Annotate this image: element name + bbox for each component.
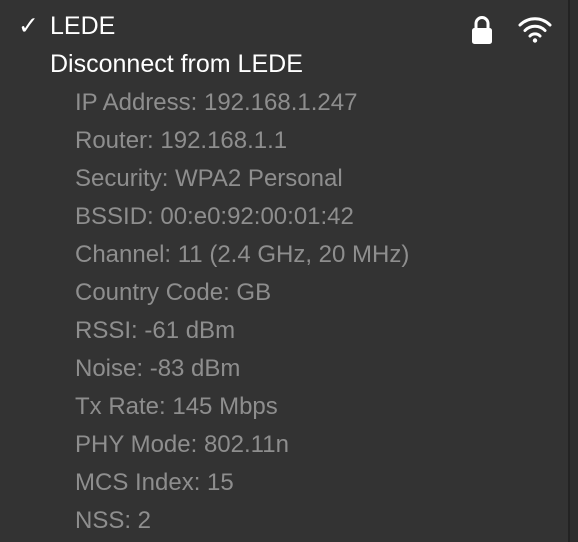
detail-security: Security: WPA2 Personal	[75, 165, 343, 192]
detail-ip-address: IP Address: 192.168.1.247	[75, 89, 358, 116]
detail-bssid: BSSID: 00:e0:92:00:01:42	[75, 203, 354, 230]
wifi-menu: ✓ LEDE Disconnect from LEDE IP Address: …	[0, 0, 570, 542]
detail-country-code: Country Code: GB	[75, 279, 272, 306]
checkmark-icon: ✓	[18, 12, 39, 40]
detail-nss: NSS: 2	[75, 507, 152, 534]
detail-router: Router: 192.168.1.1	[75, 127, 288, 154]
disconnect-menu-item[interactable]: Disconnect from LEDE	[50, 46, 303, 82]
detail-noise: Noise: -83 dBm	[75, 355, 241, 382]
detail-phy-mode: PHY Mode: 802.11n	[75, 431, 289, 458]
network-name: LEDE	[50, 12, 116, 40]
detail-rssi: RSSI: -61 dBm	[75, 317, 236, 344]
detail-channel: Channel: 11 (2.4 GHz, 20 MHz)	[75, 241, 410, 268]
detail-mcs-index: MCS Index: 15	[75, 469, 234, 496]
detail-tx-rate: Tx Rate: 145 Mbps	[75, 393, 278, 420]
network-details-list: IP Address: 192.168.1.247 Router: 192.16…	[75, 84, 409, 540]
network-item-lede[interactable]: ✓ LEDE	[0, 6, 570, 46]
lock-icon	[472, 16, 492, 44]
wifi-icon	[518, 17, 552, 43]
